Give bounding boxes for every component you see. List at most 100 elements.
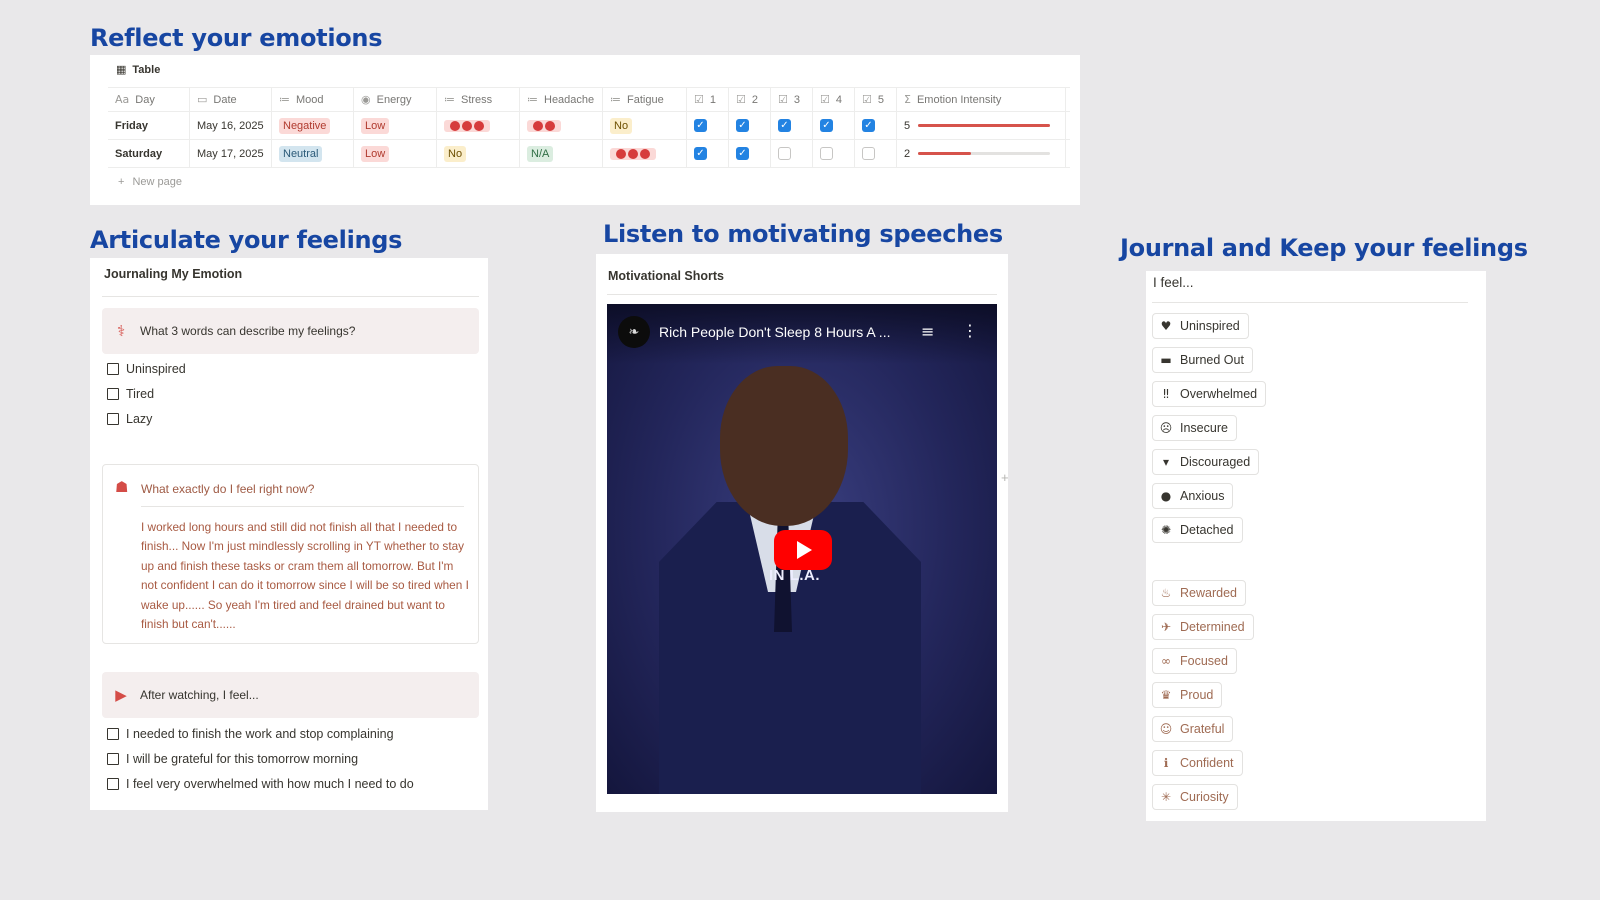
- checkbox[interactable]: ✓: [778, 119, 791, 132]
- checkbox[interactable]: ✓: [694, 119, 707, 132]
- feeling-tag-overwhelmed[interactable]: ‼ Overwhelmed: [1152, 381, 1267, 407]
- table-cell[interactable]: Saturday: [108, 140, 190, 167]
- column-header-emotion-intensity[interactable]: Σ Emotion Intensity: [897, 88, 1066, 111]
- select-pill[interactable]: No: [444, 145, 467, 162]
- column-header-2[interactable]: ☑ 2: [729, 88, 771, 111]
- video-title[interactable]: Rich People Don't Sleep 8 Hours A ...: [659, 324, 890, 340]
- table-cell[interactable]: ✓: [813, 112, 855, 139]
- column-header-date[interactable]: ▭ Date: [190, 88, 272, 111]
- table-cell[interactable]: ✓: [687, 140, 729, 167]
- feeling-tag-focused[interactable]: ∞ Focused: [1152, 648, 1237, 674]
- add-block-icon[interactable]: +: [1001, 470, 1009, 485]
- column-header-4[interactable]: ☑ 4: [813, 88, 855, 111]
- checkbox[interactable]: [107, 728, 119, 740]
- select-pill[interactable]: No: [610, 117, 633, 134]
- column-header-energy[interactable]: ◉ Energy: [354, 88, 437, 111]
- table-cell[interactable]: Neutral: [272, 140, 354, 167]
- column-type-icon: ▭: [197, 93, 208, 106]
- feeling-tag-curiosity[interactable]: ✳ Curiosity: [1152, 784, 1238, 810]
- checkbox[interactable]: ✓: [820, 119, 833, 132]
- checkbox[interactable]: [107, 753, 119, 765]
- feeling-tag-burned-out[interactable]: ▬ Burned Out: [1152, 347, 1253, 373]
- table-cell[interactable]: 5: [897, 112, 1066, 139]
- column-header-fatigue[interactable]: ≔ Fatigue: [603, 88, 687, 111]
- checkbox[interactable]: [820, 147, 833, 160]
- feeling-tag-confident[interactable]: ℹ Confident: [1152, 750, 1243, 776]
- channel-logo-icon[interactable]: ❧: [618, 316, 650, 348]
- checkbox[interactable]: ✓: [862, 119, 875, 132]
- feelings-title: I feel...: [1153, 275, 1194, 290]
- column-header-day[interactable]: Aa Day: [108, 88, 190, 111]
- table-cell[interactable]: Low: [354, 112, 437, 139]
- column-header-mood[interactable]: ≔ Mood: [272, 88, 354, 111]
- feeling-tag-grateful[interactable]: ☺ Grateful: [1152, 716, 1234, 742]
- table-cell[interactable]: ✓: [729, 112, 771, 139]
- checkbox[interactable]: ✓: [736, 119, 749, 132]
- more-options-icon[interactable]: ⋮: [962, 321, 978, 340]
- select-pill[interactable]: N/A: [527, 145, 554, 162]
- table-cell[interactable]: [437, 112, 520, 139]
- youtube-play-button[interactable]: [774, 530, 832, 570]
- table-cell[interactable]: Negative: [272, 112, 354, 139]
- feeling-tag-discouraged[interactable]: ▾ Discouraged: [1152, 449, 1260, 475]
- checkbox[interactable]: ✓: [736, 147, 749, 160]
- column-header-headache[interactable]: ≔ Headache: [520, 88, 603, 111]
- journal-answer[interactable]: I worked long hours and still did not fi…: [141, 518, 469, 634]
- words-item[interactable]: Lazy: [107, 412, 152, 426]
- table-cell[interactable]: 2: [897, 140, 1066, 167]
- day-value[interactable]: Saturday: [115, 148, 162, 160]
- after-item[interactable]: I will be grateful for this tomorrow mor…: [107, 752, 358, 766]
- select-pill[interactable]: Low: [361, 145, 390, 162]
- feeling-tag-insecure[interactable]: ☹ Insecure: [1152, 415, 1237, 441]
- table-cell[interactable]: May 17, 2025: [190, 140, 272, 167]
- feeling-tag-uninspired[interactable]: ♥ Uninspired: [1152, 313, 1249, 339]
- table-cell[interactable]: No: [603, 112, 687, 139]
- table-row[interactable]: Saturday May 17, 2025 Neutral Low No N/A ✓ ✓ 2: [108, 140, 1070, 168]
- feeling-tag-determined[interactable]: ✈ Determined: [1152, 614, 1254, 640]
- checkbox[interactable]: [107, 413, 119, 425]
- table-cell[interactable]: [603, 140, 687, 167]
- mask-icon: ☹: [1159, 421, 1173, 435]
- table-cell[interactable]: N/A: [520, 140, 603, 167]
- feeling-tag-proud[interactable]: ♛ Proud: [1152, 682, 1223, 708]
- checkbox[interactable]: [107, 363, 119, 375]
- words-item[interactable]: Tired: [107, 387, 154, 401]
- checkbox[interactable]: [107, 778, 119, 790]
- new-page-button[interactable]: + New page: [108, 168, 1070, 196]
- after-item[interactable]: I feel very overwhelmed with how much I …: [107, 777, 414, 791]
- table-cell[interactable]: ✓: [771, 112, 813, 139]
- table-view-tab[interactable]: ▦ Table: [116, 63, 160, 76]
- table-cell[interactable]: Friday: [108, 112, 190, 139]
- table-cell[interactable]: [813, 140, 855, 167]
- checkbox[interactable]: [107, 388, 119, 400]
- words-item[interactable]: Uninspired: [107, 362, 186, 376]
- column-header-stress[interactable]: ≔ Stress: [437, 88, 520, 111]
- table-cell[interactable]: [771, 140, 813, 167]
- table-cell[interactable]: ✓: [855, 112, 897, 139]
- table-cell[interactable]: [520, 112, 603, 139]
- table-cell[interactable]: May 16, 2025: [190, 112, 272, 139]
- day-value[interactable]: Friday: [115, 120, 148, 132]
- checkbox[interactable]: [778, 147, 791, 160]
- youtube-video-player[interactable]: ❧ Rich People Don't Sleep 8 Hours A ... …: [607, 304, 997, 794]
- feeling-tag-detached[interactable]: ✺ Detached: [1152, 517, 1243, 543]
- table-cell[interactable]: ✓: [687, 112, 729, 139]
- playlist-queue-icon[interactable]: ≡: [921, 322, 934, 341]
- select-pill[interactable]: Low: [361, 117, 390, 134]
- heading-articulate: Articulate your feelings: [90, 226, 403, 254]
- column-header-1[interactable]: ☑ 1: [687, 88, 729, 111]
- after-item[interactable]: I needed to finish the work and stop com…: [107, 727, 394, 741]
- table-cell[interactable]: Low: [354, 140, 437, 167]
- select-pill[interactable]: Neutral: [279, 145, 323, 162]
- select-pill[interactable]: Negative: [279, 117, 331, 134]
- column-header-5[interactable]: ☑ 5: [855, 88, 897, 111]
- table-row[interactable]: Friday May 16, 2025 Negative Low No ✓ ✓ ✓ ✓ ✓ 5: [108, 112, 1070, 140]
- checkbox[interactable]: [862, 147, 875, 160]
- checkbox[interactable]: ✓: [694, 147, 707, 160]
- column-header-3[interactable]: ☑ 3: [771, 88, 813, 111]
- table-cell[interactable]: ✓: [729, 140, 771, 167]
- table-cell[interactable]: [855, 140, 897, 167]
- table-cell[interactable]: No: [437, 140, 520, 167]
- feeling-tag-anxious[interactable]: ● Anxious: [1152, 483, 1234, 509]
- feeling-tag-rewarded[interactable]: ♨ Rewarded: [1152, 580, 1246, 606]
